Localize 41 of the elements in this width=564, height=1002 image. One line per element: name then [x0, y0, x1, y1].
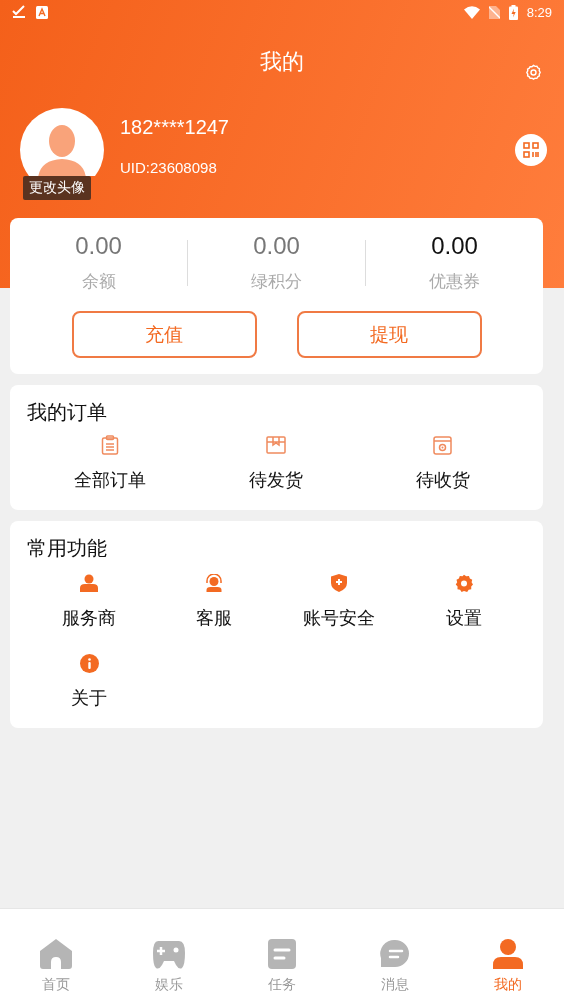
section-title: 我的订单 — [27, 399, 107, 426]
qr-code-icon[interactable] — [515, 134, 547, 166]
user-id: UID:23608098 — [120, 159, 218, 176]
app-notification-icon — [36, 5, 48, 19]
stat-label: 优惠券 — [429, 270, 480, 293]
person-icon[interactable] — [80, 574, 99, 592]
page-title: 我的 — [260, 48, 304, 76]
stat-value: 0.00 — [253, 232, 300, 260]
clock-time: 8:29 — [526, 4, 552, 20]
menu-item-label[interactable]: 账号安全 — [302, 606, 375, 630]
no-sim-icon — [488, 5, 500, 19]
phone-number: 182****1247 — [120, 116, 229, 139]
clipboard-icon[interactable] — [101, 435, 120, 455]
change-avatar-label[interactable]: 更改头像 — [23, 176, 91, 200]
menu-item-label[interactable]: 服务商 — [62, 606, 117, 630]
stat-label: 余额 — [81, 270, 116, 293]
box-icon[interactable] — [266, 436, 287, 454]
shield-icon[interactable] — [330, 574, 347, 592]
home-icon — [40, 939, 73, 969]
person-icon — [492, 939, 523, 969]
menu-item-label[interactable]: 关于 — [71, 686, 108, 710]
battery-charging-icon — [508, 4, 518, 20]
section-title: 常用功能 — [27, 535, 107, 562]
gamepad-icon — [153, 939, 186, 969]
info-icon[interactable] — [79, 653, 99, 673]
menu-item-label[interactable]: 待发货 — [249, 468, 304, 492]
document-icon — [268, 939, 296, 969]
menu-item-label[interactable]: 客服 — [196, 606, 233, 630]
stat-value: 0.00 — [75, 232, 122, 260]
stat-label: 绿积分 — [251, 270, 302, 293]
chat-icon — [379, 939, 410, 969]
wifi-icon — [463, 5, 480, 19]
gear-icon[interactable] — [454, 574, 473, 592]
stat-value: 0.00 — [431, 232, 478, 260]
menu-item-label[interactable]: 待收货 — [415, 468, 470, 492]
menu-item-label[interactable]: 全部订单 — [74, 468, 147, 492]
headset-icon[interactable] — [205, 574, 224, 592]
menu-item-label[interactable]: 设置 — [445, 606, 482, 630]
download-done-icon — [12, 5, 26, 19]
package-icon[interactable] — [433, 435, 453, 455]
settings-icon[interactable] — [525, 64, 542, 81]
